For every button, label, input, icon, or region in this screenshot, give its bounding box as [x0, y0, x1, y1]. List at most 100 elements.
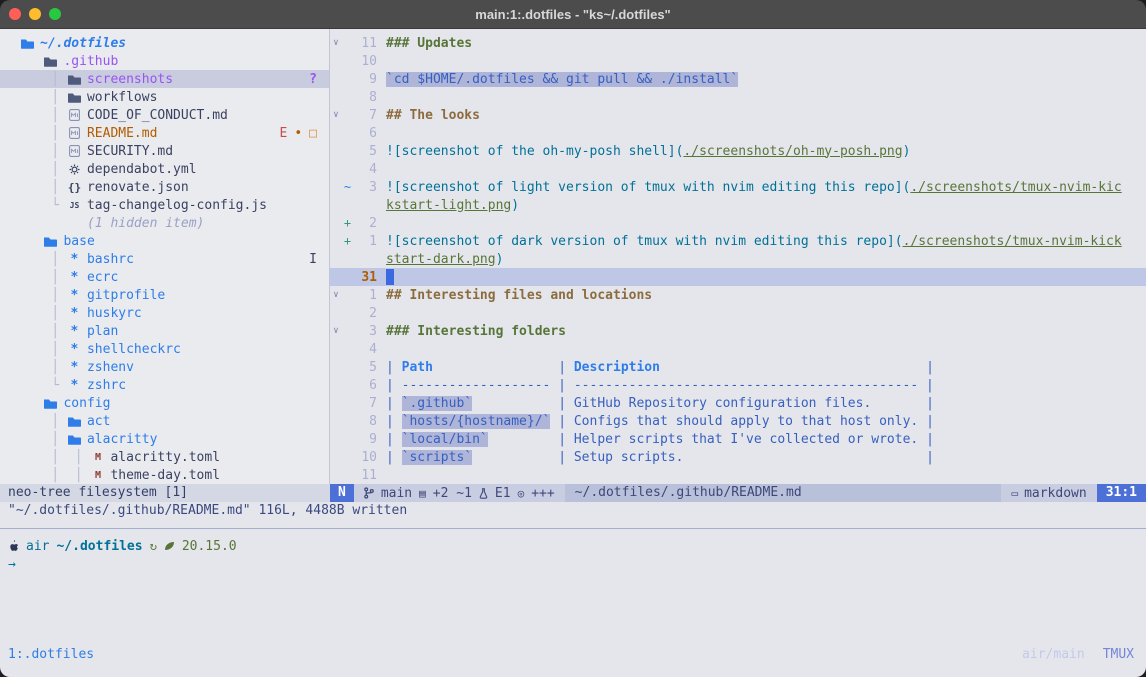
- editor-buffer[interactable]: ∨11### Updates109`cd $HOME/.dotfiles && …: [330, 29, 1146, 484]
- tree-item-alacritty[interactable]: │ alacritty: [0, 430, 329, 448]
- editor-line[interactable]: ∨7## The looks: [330, 106, 1146, 124]
- tree-item-base[interactable]: base: [0, 232, 329, 250]
- flask-icon: [479, 488, 488, 499]
- line-number: 8: [353, 414, 377, 429]
- indent-guides: │: [20, 126, 67, 141]
- indent-guides: │: [20, 108, 67, 123]
- tree-item-workflows[interactable]: │ workflows: [0, 88, 329, 106]
- editor-line[interactable]: 11: [330, 466, 1146, 484]
- tree-item-label: huskyrc: [87, 306, 142, 321]
- neo-tree-statusline: neo-tree filesystem [1]: [0, 484, 330, 502]
- editor-line[interactable]: ∨11### Updates: [330, 34, 1146, 52]
- folder-icon: [68, 416, 81, 427]
- editor-line[interactable]: +2: [330, 214, 1146, 232]
- tree-item--dotfiles[interactable]: ~/.dotfiles: [0, 34, 329, 52]
- editor-line[interactable]: ∨3### Interesting folders: [330, 322, 1146, 340]
- editor-line[interactable]: ~3![screenshot of light version of tmux …: [330, 178, 1146, 196]
- tree-item-readme-md[interactable]: │ README.mdE•□: [0, 124, 329, 142]
- tree-item-label: shellcheckrc: [87, 342, 181, 357]
- fold-column[interactable]: ∨: [330, 110, 342, 120]
- tree-item-security-md[interactable]: │ SECURITY.md: [0, 142, 329, 160]
- folder-icon: [44, 398, 57, 409]
- toml-file-icon: M: [90, 470, 105, 481]
- folder-icon: [68, 434, 81, 445]
- indent-guides: [20, 54, 43, 69]
- shell-input-line[interactable]: →: [8, 555, 1146, 573]
- line-number: 31: [353, 270, 377, 285]
- tree-item-bashrc[interactable]: │ *bashrcI: [0, 250, 329, 268]
- editor-line[interactable]: +1![screenshot of dark version of tmux w…: [330, 232, 1146, 250]
- editor-line[interactable]: 9`cd $HOME/.dotfiles && git pull && ./in…: [330, 70, 1146, 88]
- tree-item-zshrc[interactable]: └ *zshrc: [0, 376, 329, 394]
- indent-guides: │: [20, 342, 67, 357]
- line-number: 3: [353, 324, 377, 339]
- tmux-window-tab[interactable]: 1:.dotfiles: [8, 647, 94, 662]
- indent-guides: │: [20, 324, 67, 339]
- line-text: | ------------------- | ----------------…: [386, 378, 934, 393]
- tree-item-label: theme-day.toml: [110, 468, 220, 483]
- git-status-markers: ?: [309, 72, 317, 87]
- tree-item-code-of-conduct-md[interactable]: │ CODE_OF_CONDUCT.md: [0, 106, 329, 124]
- git-status-markers: I: [309, 252, 317, 267]
- shell-pane[interactable]: air ~/.dotfiles ↻ 20.15.0 →: [0, 529, 1146, 640]
- status-marker: •: [294, 126, 302, 141]
- line-number: 6: [353, 126, 377, 141]
- terminal-content: ~/.dotfiles .github │ screenshots? │ wor…: [0, 29, 1146, 677]
- tree-item-renovate-json[interactable]: │ {}renovate.json: [0, 178, 329, 196]
- git-branch-label: main: [381, 486, 412, 501]
- editor-line[interactable]: 9| `local/bin` | Helper scripts that I'v…: [330, 430, 1146, 448]
- tree-item-label: (1 hidden item): [87, 216, 204, 231]
- json-braces-icon: {}: [67, 181, 82, 194]
- tree-item-dependabot-yml[interactable]: │ dependabot.yml: [0, 160, 329, 178]
- tree-item-tag-changelog-config-js[interactable]: └ JStag-changelog-config.js: [0, 196, 329, 214]
- tmux-session-label: air/main: [1022, 647, 1085, 662]
- editor-line[interactable]: 4: [330, 160, 1146, 178]
- tree-item-screenshots[interactable]: │ screenshots?: [0, 70, 329, 88]
- line-text: | `hosts/{hostname}/` | Configs that sho…: [386, 414, 934, 429]
- editor-line[interactable]: 4: [330, 340, 1146, 358]
- editor-line[interactable]: ∨1## Interesting files and locations: [330, 286, 1146, 304]
- tree-item-theme-day-toml[interactable]: │ │ Mtheme-day.toml: [0, 466, 329, 484]
- fold-column[interactable]: ∨: [330, 290, 342, 300]
- line-number: 11: [353, 468, 377, 483]
- tree-item-alacritty-toml[interactable]: │ │ Malacritty.toml: [0, 448, 329, 466]
- editor-line[interactable]: 8: [330, 88, 1146, 106]
- tree-item-label: README.md: [87, 126, 157, 141]
- fold-column[interactable]: ∨: [330, 326, 342, 336]
- line-number: 3: [353, 180, 377, 195]
- status-marker: □: [309, 126, 317, 141]
- editor-line[interactable]: kstart-light.png): [330, 196, 1146, 214]
- editor-line[interactable]: 10| `scripts` | Setup scripts. |: [330, 448, 1146, 466]
- editor-line[interactable]: 6| ------------------- | ---------------…: [330, 376, 1146, 394]
- shell-prompt: air ~/.dotfiles ↻ 20.15.0: [8, 537, 1146, 555]
- editor-line[interactable]: start-dark.png): [330, 250, 1146, 268]
- editor-line[interactable]: 8 | `hosts/{hostname}/` | Configs that sh…: [330, 412, 1146, 430]
- indent-guides: └: [20, 198, 67, 213]
- tree-item--github[interactable]: .github: [0, 52, 329, 70]
- editor-line[interactable]: 7| `.github` | GitHub Repository configu…: [330, 394, 1146, 412]
- editor-line[interactable]: 10: [330, 52, 1146, 70]
- editor-line[interactable]: 5| Path | Description |: [330, 358, 1146, 376]
- line-number: 1: [353, 234, 377, 249]
- tree-item-gitprofile[interactable]: │ *gitprofile: [0, 286, 329, 304]
- line-text: ### Updates: [386, 36, 472, 51]
- editor-line[interactable]: 5![screenshot of the oh-my-posh shell](.…: [330, 142, 1146, 160]
- editor-cursor-line[interactable]: 31: [330, 268, 1146, 286]
- editor-line[interactable]: 6: [330, 124, 1146, 142]
- tree-item-label: alacritty: [87, 432, 157, 447]
- tree-item-huskyrc[interactable]: │ *huskyrc: [0, 304, 329, 322]
- tree-item-shellcheckrc[interactable]: │ *shellcheckrc: [0, 340, 329, 358]
- tree-item-act[interactable]: │ act: [0, 412, 329, 430]
- tree-item-zshenv[interactable]: │ *zshenv: [0, 358, 329, 376]
- tree-item-plan[interactable]: │ *plan: [0, 322, 329, 340]
- line-number: 2: [353, 216, 377, 231]
- tree-item-label: dependabot.yml: [87, 162, 197, 177]
- tree-item-label: workflows: [87, 90, 157, 105]
- tree-item-ecrc[interactable]: │ *ecrc: [0, 268, 329, 286]
- tree-item--1-hidden-item-[interactable]: (1 hidden item): [0, 214, 329, 232]
- tree-item-config[interactable]: config: [0, 394, 329, 412]
- editor-line[interactable]: 2: [330, 304, 1146, 322]
- fold-column[interactable]: ∨: [330, 38, 342, 48]
- line-number: 10: [353, 54, 377, 69]
- window-title: main:1:.dotfiles - "ks~/.dotfiles": [0, 7, 1146, 22]
